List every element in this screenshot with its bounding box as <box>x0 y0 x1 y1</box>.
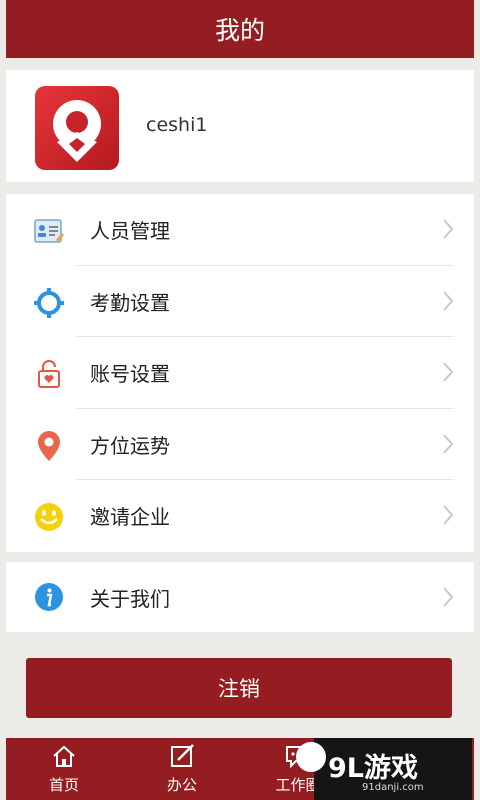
logout-button[interactable]: 注销 <box>26 658 452 718</box>
avatar <box>35 86 119 170</box>
menu-item-about-us[interactable]: 关于我们 <box>6 562 474 632</box>
watermark-disc <box>296 742 326 772</box>
menu-item-staff-management[interactable]: 人员管理 <box>6 194 474 266</box>
page-title: 我的 <box>214 16 265 45</box>
logout-label: 注销 <box>218 677 260 701</box>
chevron-right-icon <box>442 433 454 459</box>
menu-item-account-settings[interactable]: 账号设置 <box>6 337 474 409</box>
smiley-icon <box>34 502 64 532</box>
gear-icon <box>34 287 64 318</box>
menu-item-label: 关于我们 <box>90 586 170 611</box>
chevron-right-icon <box>442 361 454 387</box>
menu-item-label: 邀请企业 <box>90 505 170 530</box>
settings-menu: 人员管理 考勤设置 账号设置 方位运势 邀请企业 <box>6 194 474 552</box>
menu-item-invite-company[interactable]: 邀请企业 <box>6 480 474 552</box>
tab-home[interactable]: 首页 <box>24 744 104 795</box>
tab-office[interactable]: 办公 <box>142 744 222 795</box>
username: ceshi1 <box>146 114 208 136</box>
watermark-site: 91danji.com <box>362 782 424 793</box>
home-icon <box>53 745 75 767</box>
chevron-right-icon <box>442 290 454 316</box>
menu-item-attendance-settings[interactable]: 考勤设置 <box>6 266 474 337</box>
chevron-right-icon <box>442 218 454 244</box>
tab-label: 首页 <box>48 776 79 794</box>
edit-icon <box>171 744 194 767</box>
profile-card[interactable]: ceshi1 <box>6 70 474 182</box>
about-menu: 关于我们 <box>6 562 474 632</box>
chevron-right-icon <box>442 586 454 612</box>
menu-item-direction-fortune[interactable]: 方位运势 <box>6 409 474 480</box>
app-logo-icon <box>53 100 101 162</box>
logout-section: 注销 <box>6 632 474 738</box>
menu-item-label: 方位运势 <box>90 433 170 458</box>
id-card-icon <box>34 216 64 246</box>
menu-item-label: 考勤设置 <box>90 290 170 315</box>
page-header: 我的 <box>6 0 474 58</box>
tab-label: 办公 <box>166 776 197 794</box>
info-icon <box>34 582 64 612</box>
menu-item-label: 账号设置 <box>90 362 170 387</box>
watermark-brand: 9L游戏 <box>328 753 418 784</box>
location-pin-icon <box>34 430 64 461</box>
lock-icon <box>34 359 64 389</box>
chevron-right-icon <box>442 504 454 530</box>
site-watermark: 9L游戏 91danji.com <box>296 738 472 800</box>
menu-item-label: 人员管理 <box>90 219 170 244</box>
